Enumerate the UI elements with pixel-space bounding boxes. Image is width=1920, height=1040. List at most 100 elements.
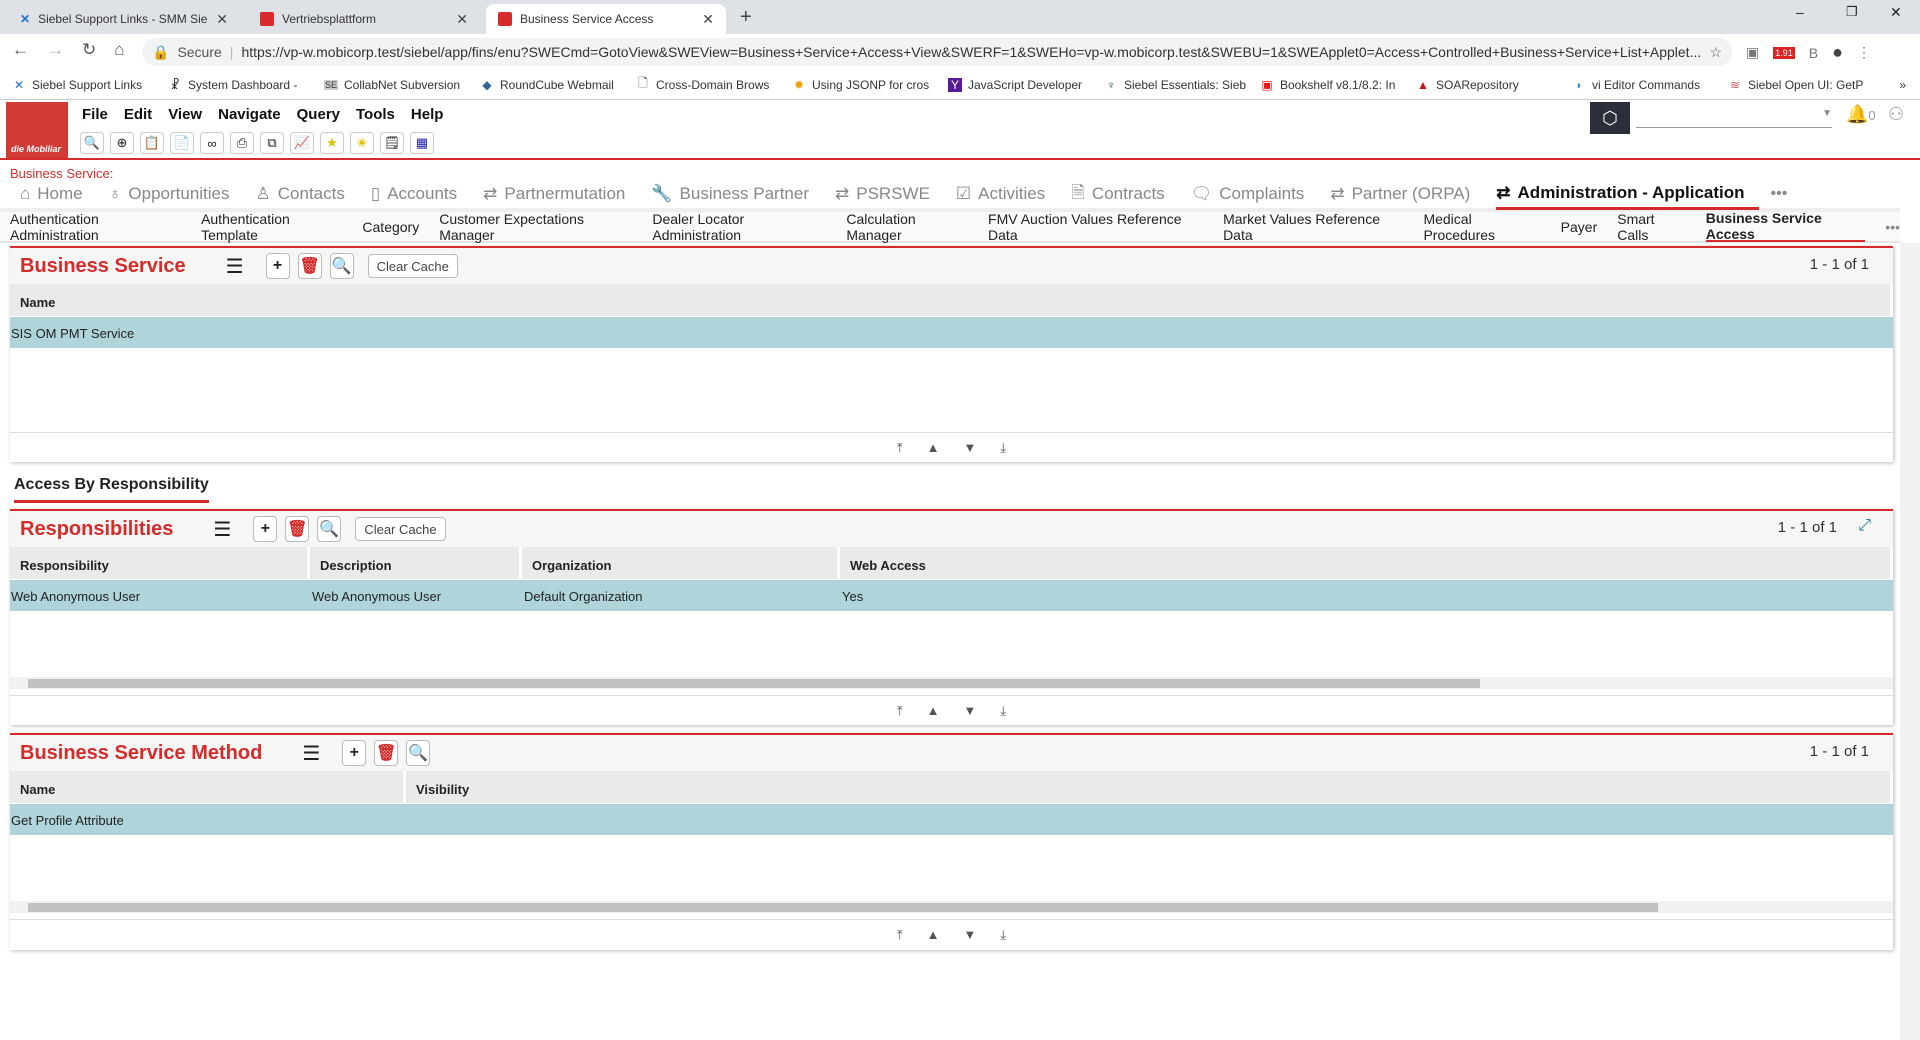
screen-tab-partnermutation[interactable]: ⇄ Partnermutation bbox=[483, 178, 639, 210]
view-tab[interactable]: Payer bbox=[1561, 211, 1598, 242]
view-tab[interactable]: Dealer Locator Administration bbox=[652, 211, 826, 243]
notes-icon[interactable]: 🗒 bbox=[380, 132, 404, 154]
close-window-button[interactable]: ✕ bbox=[1890, 4, 1902, 21]
next-record-icon[interactable]: ▼ bbox=[964, 927, 977, 942]
column-header[interactable]: Description bbox=[310, 547, 522, 579]
reload-icon[interactable]: ↻ bbox=[82, 40, 96, 60]
close-tab-icon[interactable]: ✕ bbox=[456, 11, 468, 28]
user-icon[interactable]: ⚇ bbox=[1888, 104, 1904, 125]
bookmark[interactable]: ▲ SOARepository bbox=[1416, 78, 1572, 92]
bookmark[interactable]: Y JavaScript Developer bbox=[948, 77, 1104, 92]
view-tab[interactable]: Calculation Manager bbox=[846, 211, 968, 243]
menu-icon[interactable]: ☰ bbox=[226, 254, 244, 279]
new-tab-button[interactable]: + bbox=[740, 6, 752, 29]
column-header[interactable]: Organization bbox=[522, 547, 840, 579]
view-tab[interactable]: Smart Calls bbox=[1617, 211, 1686, 243]
delete-button[interactable]: 🗑 bbox=[285, 516, 310, 542]
menu-tools[interactable]: Tools bbox=[356, 106, 395, 123]
view-tab[interactable]: Market Values Reference Data bbox=[1223, 211, 1403, 243]
go-icon[interactable]: ⊕ bbox=[110, 132, 134, 154]
add-favorite-icon[interactable]: ✬ bbox=[350, 132, 374, 154]
profile-icon[interactable]: ● bbox=[1832, 42, 1843, 63]
screen-tab-contacts[interactable]: ♙ Contacts bbox=[256, 178, 359, 210]
subview-tab-access-by-responsibility[interactable]: Access By Responsibility bbox=[14, 476, 209, 503]
extension-icon[interactable]: ▣ bbox=[1746, 44, 1759, 61]
prev-record-icon[interactable]: ▲ bbox=[927, 440, 940, 455]
menu-navigate[interactable]: Navigate bbox=[218, 106, 281, 123]
bookmark[interactable]: ✕ Siebel Support Links bbox=[12, 78, 168, 92]
more-screens-icon[interactable]: ••• bbox=[1771, 185, 1788, 203]
print-icon[interactable]: ⎙ bbox=[230, 132, 254, 154]
horizontal-scrollbar[interactable] bbox=[10, 901, 1893, 913]
expand-icon[interactable]: ⤢ bbox=[1858, 517, 1871, 535]
screen-tab-psrswe[interactable]: ⇄ PSRSWE bbox=[835, 178, 944, 210]
first-record-icon[interactable]: ⤒ bbox=[897, 440, 903, 456]
menu-file[interactable]: File bbox=[82, 106, 108, 123]
bookmark[interactable]: ✹ Using JSONP for cros bbox=[792, 78, 948, 92]
prev-record-icon[interactable]: ▲ bbox=[927, 703, 940, 718]
view-tab[interactable]: Customer Expectations Manager bbox=[439, 211, 632, 243]
screen-tab-activities[interactable]: ☑ Activities bbox=[956, 178, 1059, 210]
add-button[interactable]: + bbox=[253, 516, 278, 542]
last-record-icon[interactable]: ⤓ bbox=[1000, 927, 1006, 943]
link-icon[interactable]: ∞ bbox=[200, 132, 224, 154]
bookmark[interactable]: ♆ Siebel Essentials: Sieb bbox=[1104, 78, 1260, 92]
copy-icon[interactable]: ⧉ bbox=[260, 132, 284, 154]
view-tab[interactable]: Authentication Template bbox=[201, 211, 342, 243]
bookmark[interactable]: ☧ System Dashboard - bbox=[168, 78, 324, 92]
browser-tab[interactable]: ✕ Siebel Support Links - SMM Siebel ✕ bbox=[8, 4, 240, 34]
chart-icon[interactable]: 📈 bbox=[290, 132, 314, 154]
clear-cache-button[interactable]: Clear Cache bbox=[367, 254, 458, 278]
add-button[interactable]: + bbox=[342, 740, 367, 766]
clipboard-check-icon[interactable]: 📋 bbox=[140, 132, 164, 154]
add-button[interactable]: + bbox=[265, 253, 290, 279]
menu-icon[interactable]: ☰ bbox=[213, 517, 231, 542]
view-tab[interactable]: Authentication Administration bbox=[10, 211, 181, 243]
bookmark[interactable]: ◆ RoundCube Webmail bbox=[480, 78, 636, 92]
page-scrollbar[interactable] bbox=[1900, 243, 1920, 1040]
extension-badge[interactable]: 1.91 bbox=[1773, 46, 1795, 59]
search-icon[interactable]: 🔍 bbox=[80, 132, 104, 154]
table-row[interactable]: SIS OM PMT Service bbox=[10, 316, 1893, 348]
more-menu-icon[interactable]: ⋮ bbox=[1857, 44, 1871, 61]
more-views-icon[interactable]: ••• bbox=[1885, 219, 1900, 235]
view-tab[interactable]: Medical Procedures bbox=[1423, 211, 1540, 243]
favorite-star-icon[interactable]: ★ bbox=[320, 132, 344, 154]
view-tab[interactable]: FMV Auction Values Reference Data bbox=[988, 211, 1203, 243]
grid-icon[interactable]: ▦ bbox=[410, 132, 434, 154]
cube-icon[interactable]: ⬡ bbox=[1590, 102, 1630, 134]
bookmark[interactable]: ▣ Bookshelf v8.1/8.2: In bbox=[1260, 78, 1416, 92]
global-search-dropdown[interactable]: ▼ bbox=[1636, 108, 1832, 128]
home-icon[interactable]: ⌂ bbox=[114, 40, 124, 60]
browser-tab-active[interactable]: Business Service Access ✕ bbox=[486, 4, 726, 34]
menu-view[interactable]: View bbox=[168, 106, 202, 123]
delete-button[interactable]: 🗑 bbox=[297, 253, 322, 279]
menu-icon[interactable]: ☰ bbox=[302, 741, 320, 766]
screen-tab-opportunities[interactable]: ♁ Opportunities bbox=[109, 178, 244, 210]
notification-bell[interactable]: 🔔0 bbox=[1846, 104, 1876, 125]
back-icon[interactable]: ← bbox=[12, 40, 29, 60]
query-button[interactable]: 🔍 bbox=[317, 516, 342, 542]
screen-tab-complaints[interactable]: 🗨 Complaints bbox=[1191, 178, 1319, 210]
forward-icon[interactable]: → bbox=[47, 40, 64, 60]
menu-edit[interactable]: Edit bbox=[124, 106, 152, 123]
prev-record-icon[interactable]: ▲ bbox=[927, 927, 940, 942]
next-record-icon[interactable]: ▼ bbox=[964, 703, 977, 718]
screen-tab-administration-application[interactable]: ⇄ Administration - Application bbox=[1496, 178, 1759, 210]
horizontal-scrollbar[interactable] bbox=[10, 677, 1893, 689]
minimize-button[interactable]: – bbox=[1796, 4, 1804, 20]
screen-tab-home[interactable]: ⌂ Home bbox=[20, 178, 97, 210]
bookmark[interactable]: ◗ vi Editor Commands bbox=[1572, 78, 1728, 92]
first-record-icon[interactable]: ⤒ bbox=[897, 927, 903, 943]
table-row[interactable]: Get Profile Attribute bbox=[10, 803, 1893, 835]
star-icon[interactable]: ☆ bbox=[1709, 44, 1722, 61]
column-header-name[interactable]: Name bbox=[10, 284, 1893, 316]
query-button[interactable]: 🔍 bbox=[329, 253, 354, 279]
extension-b-icon[interactable]: B bbox=[1809, 45, 1818, 61]
column-header[interactable]: Web Access bbox=[840, 547, 1893, 579]
close-tab-icon[interactable]: ✕ bbox=[216, 11, 228, 28]
query-button[interactable]: 🔍 bbox=[406, 740, 431, 766]
column-header[interactable]: Visibility bbox=[406, 771, 1893, 803]
menu-query[interactable]: Query bbox=[297, 106, 340, 123]
screen-tab-partner-orpa[interactable]: ⇄ Partner (ORPA) bbox=[1330, 178, 1484, 210]
